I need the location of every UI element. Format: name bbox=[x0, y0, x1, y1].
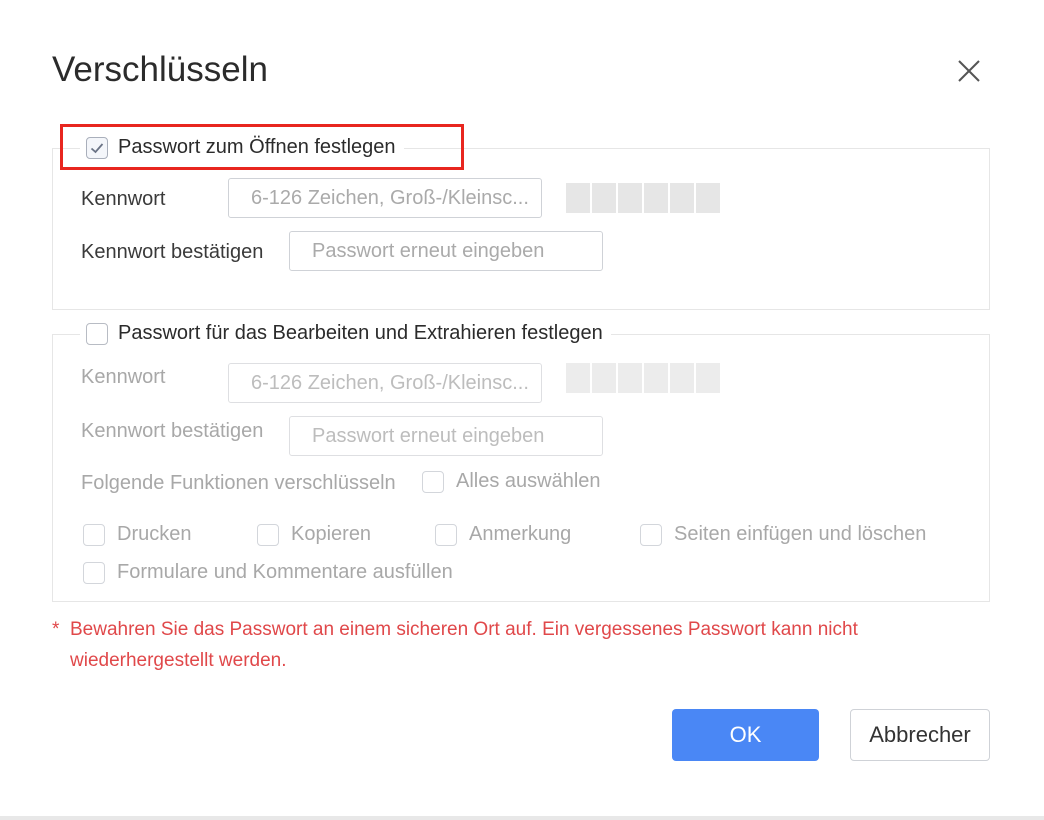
warning-text: Bewahren Sie das Passwort an einem siche… bbox=[70, 614, 950, 676]
open-password-toggle[interactable]: Passwort zum Öffnen festlegen bbox=[80, 136, 404, 159]
option-annotation[interactable]: Anmerkung bbox=[435, 523, 571, 546]
check-icon bbox=[89, 140, 105, 156]
edit-password-label: Passwort für das Bearbeiten und Extrahie… bbox=[118, 322, 603, 345]
option-print-label: Drucken bbox=[117, 523, 191, 546]
open-confirm-input[interactable]: Passwort erneut eingeben bbox=[289, 231, 603, 271]
edit-confirm-field-label: Kennwort bestätigen bbox=[81, 420, 263, 443]
cancel-button[interactable]: Abbrecher bbox=[850, 709, 990, 761]
edit-password-checkbox[interactable] bbox=[86, 323, 108, 345]
open-password-strength-meter bbox=[566, 183, 720, 213]
option-copy[interactable]: Kopieren bbox=[257, 523, 371, 546]
edit-password-input[interactable]: 6-126 Zeichen, Groß-/Kleinsc... bbox=[228, 363, 542, 403]
select-all-checkbox[interactable] bbox=[422, 471, 444, 493]
option-pages-checkbox[interactable] bbox=[640, 524, 662, 546]
open-password-label: Passwort zum Öffnen festlegen bbox=[118, 136, 396, 159]
warning-star: * bbox=[52, 614, 59, 645]
warning-message: * Bewahren Sie das Passwort an einem sic… bbox=[52, 614, 950, 676]
option-copy-label: Kopieren bbox=[291, 523, 371, 546]
edit-password-strength-meter bbox=[566, 363, 720, 393]
open-confirm-field-label: Kennwort bestätigen bbox=[81, 241, 263, 264]
close-icon[interactable] bbox=[954, 56, 984, 86]
edit-password-toggle[interactable]: Passwort für das Bearbeiten und Extrahie… bbox=[80, 322, 611, 345]
option-forms[interactable]: Formulare und Kommentare ausfüllen bbox=[83, 561, 453, 584]
option-copy-checkbox[interactable] bbox=[257, 524, 279, 546]
option-pages[interactable]: Seiten einfügen und löschen bbox=[640, 523, 926, 546]
option-print[interactable]: Drucken bbox=[83, 523, 191, 546]
option-forms-checkbox[interactable] bbox=[83, 562, 105, 584]
option-annotation-checkbox[interactable] bbox=[435, 524, 457, 546]
option-pages-label: Seiten einfügen und löschen bbox=[674, 523, 926, 546]
edit-confirm-input[interactable]: Passwort erneut eingeben bbox=[289, 416, 603, 456]
edit-password-field-label: Kennwort bbox=[81, 366, 166, 389]
open-password-section bbox=[52, 148, 990, 310]
option-annotation-label: Anmerkung bbox=[469, 523, 571, 546]
select-all-label: Alles auswählen bbox=[456, 470, 601, 493]
open-password-checkbox[interactable] bbox=[86, 137, 108, 159]
functions-label: Folgende Funktionen verschlüsseln bbox=[81, 472, 396, 495]
open-password-input[interactable]: 6-126 Zeichen, Groß-/Kleinsc... bbox=[228, 178, 542, 218]
option-forms-label: Formulare und Kommentare ausfüllen bbox=[117, 561, 453, 584]
bottom-divider bbox=[0, 816, 1044, 820]
select-all-option[interactable]: Alles auswählen bbox=[422, 470, 601, 493]
dialog-title: Verschlüsseln bbox=[52, 50, 268, 90]
option-print-checkbox[interactable] bbox=[83, 524, 105, 546]
ok-button[interactable]: OK bbox=[672, 709, 819, 761]
open-password-field-label: Kennwort bbox=[81, 188, 166, 211]
